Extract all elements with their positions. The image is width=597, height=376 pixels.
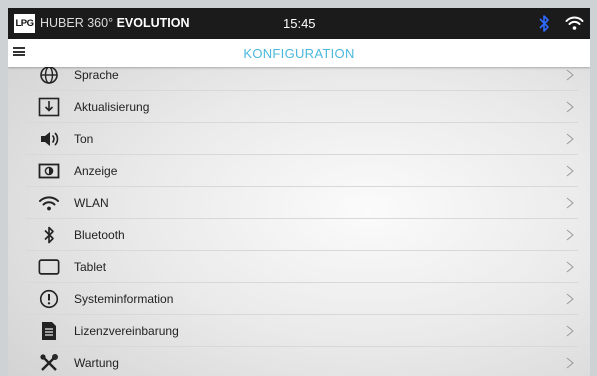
page-title: KONFIGURATION bbox=[243, 46, 355, 61]
settings-item-label: Sprache bbox=[74, 68, 119, 82]
settings-item-label: Tablet bbox=[74, 260, 107, 274]
chevron-right-icon bbox=[566, 261, 574, 273]
settings-item-bluetooth[interactable]: Bluetooth bbox=[26, 219, 578, 251]
chevron-right-icon bbox=[566, 293, 574, 305]
settings-item-label: Ton bbox=[74, 132, 94, 146]
settings-item-label: Lizenzvereinbarung bbox=[74, 324, 179, 338]
chevron-right-icon bbox=[566, 229, 574, 241]
settings-item-label: Wartung bbox=[74, 356, 119, 370]
download-icon bbox=[38, 97, 60, 117]
chevron-right-icon bbox=[566, 325, 574, 337]
globe-icon bbox=[38, 65, 60, 85]
brand-logo: LPG bbox=[14, 14, 35, 33]
settings-item-tablet[interactable]: Tablet bbox=[26, 251, 578, 283]
settings-item-wlan[interactable]: WLAN bbox=[26, 187, 578, 219]
settings-item-lizenzvereinbarung[interactable]: Lizenzvereinbarung bbox=[26, 315, 578, 347]
wifi-icon bbox=[38, 193, 60, 213]
bluetooth-icon bbox=[38, 225, 60, 245]
chevron-right-icon bbox=[566, 69, 574, 81]
brand-name-edition: EVOLUTION bbox=[116, 16, 190, 30]
settings-item-aktualisierung[interactable]: Aktualisierung bbox=[26, 91, 578, 123]
tools-icon bbox=[38, 353, 60, 373]
display-icon bbox=[38, 161, 60, 181]
settings-item-ton[interactable]: Ton bbox=[26, 123, 578, 155]
settings-item-label: Systeminformation bbox=[74, 292, 174, 306]
settings-item-anzeige[interactable]: Anzeige bbox=[26, 155, 578, 187]
screen: LPG HUBER 360° EVOLUTION 15:45 KONFIGURA… bbox=[8, 8, 590, 376]
brand-name: HUBER 360° EVOLUTION bbox=[40, 16, 190, 30]
settings-item-systeminformation[interactable]: Systeminformation bbox=[26, 283, 578, 315]
brand-name-model: HUBER 360° bbox=[40, 16, 114, 30]
chevron-right-icon bbox=[566, 357, 574, 369]
device-frame: LPG HUBER 360° EVOLUTION 15:45 KONFIGURA… bbox=[0, 0, 597, 376]
wifi-icon bbox=[565, 15, 584, 31]
chevron-right-icon bbox=[566, 197, 574, 209]
tablet-icon bbox=[38, 257, 60, 277]
settings-item-label: WLAN bbox=[74, 196, 109, 210]
settings-item-label: Bluetooth bbox=[74, 228, 125, 242]
settings-item-wartung[interactable]: Wartung bbox=[26, 347, 578, 376]
settings-item-label: Aktualisierung bbox=[74, 100, 150, 114]
info-icon bbox=[38, 289, 60, 309]
document-icon bbox=[38, 321, 60, 341]
chevron-right-icon bbox=[566, 133, 574, 145]
clock: 15:45 bbox=[283, 16, 316, 31]
chevron-right-icon bbox=[566, 165, 574, 177]
title-bar: KONFIGURATION bbox=[8, 39, 590, 67]
status-bar: LPG HUBER 360° EVOLUTION 15:45 bbox=[8, 8, 590, 39]
bluetooth-icon bbox=[538, 14, 550, 33]
speaker-icon bbox=[38, 129, 60, 149]
chevron-right-icon bbox=[566, 101, 574, 113]
settings-item-label: Anzeige bbox=[74, 164, 118, 178]
